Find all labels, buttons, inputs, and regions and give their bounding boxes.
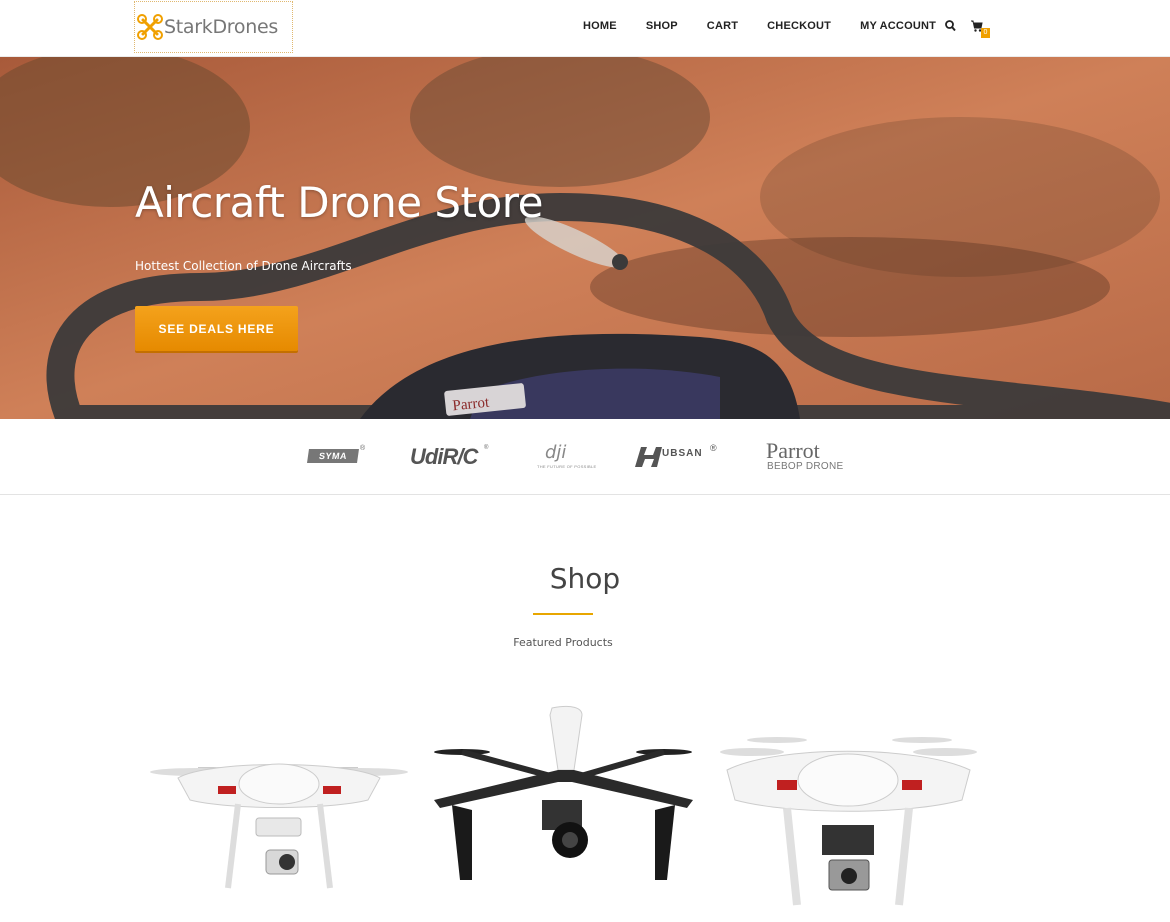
cart-count-badge: 0 (981, 28, 990, 38)
brand-logos-strip: SYMA ® UdiR/C ® dji THE FUTURE OF POSSIB… (0, 419, 1170, 495)
shop-section-title: Shop (549, 562, 621, 595)
search-icon[interactable] (945, 20, 956, 32)
nav-shop[interactable]: SHOP (646, 20, 678, 32)
brand-udirc-logo[interactable]: UdiR/C (410, 444, 478, 470)
logo-text: StarkDrones (164, 16, 278, 38)
hero-background-image: Parrot (0, 57, 1170, 419)
drone-logo-icon (137, 14, 163, 40)
shop-title-underline (533, 613, 593, 615)
site-logo[interactable]: StarkDrones (134, 1, 293, 53)
brand-dji-logo[interactable]: dji (545, 442, 566, 463)
registered-mark: ® (360, 445, 366, 452)
main-nav: HOME SHOP CART CHECKOUT MY ACCOUNT (583, 20, 936, 32)
site-header: StarkDrones HOME SHOP CART CHECKOUT MY A… (0, 0, 1170, 57)
see-deals-button[interactable]: SEE DEALS HERE (135, 306, 298, 351)
product-image-black-inspire-drone[interactable] (432, 700, 695, 900)
registered-mark: ® (710, 443, 717, 453)
registered-mark: ® (484, 445, 489, 451)
hubsan-h-icon (635, 447, 662, 467)
nav-cart[interactable]: CART (707, 20, 738, 32)
hero-title: Aircraft Drone Store (135, 178, 543, 227)
brand-syma-logo[interactable]: SYMA (307, 449, 359, 463)
product-image-white-drone-camera[interactable] (717, 700, 980, 920)
product-image-white-quadcopter[interactable] (148, 700, 410, 900)
hero-subtitle: Hottest Collection of Drone Aircrafts (135, 259, 352, 273)
shop-section-subtitle: Featured Products (513, 636, 613, 649)
nav-home[interactable]: HOME (583, 20, 617, 32)
dji-tagline: THE FUTURE OF POSSIBLE (537, 464, 597, 469)
hero-banner: Parrot Aircraft Drone Store Hottest Coll… (0, 57, 1170, 419)
nav-checkout[interactable]: CHECKOUT (767, 20, 831, 32)
parrot-bebop-subtitle: BEBOP DRONE (767, 461, 844, 472)
nav-my-account[interactable]: MY ACCOUNT (860, 20, 936, 32)
brand-hubsan-logo[interactable]: UBSAN (662, 448, 703, 459)
